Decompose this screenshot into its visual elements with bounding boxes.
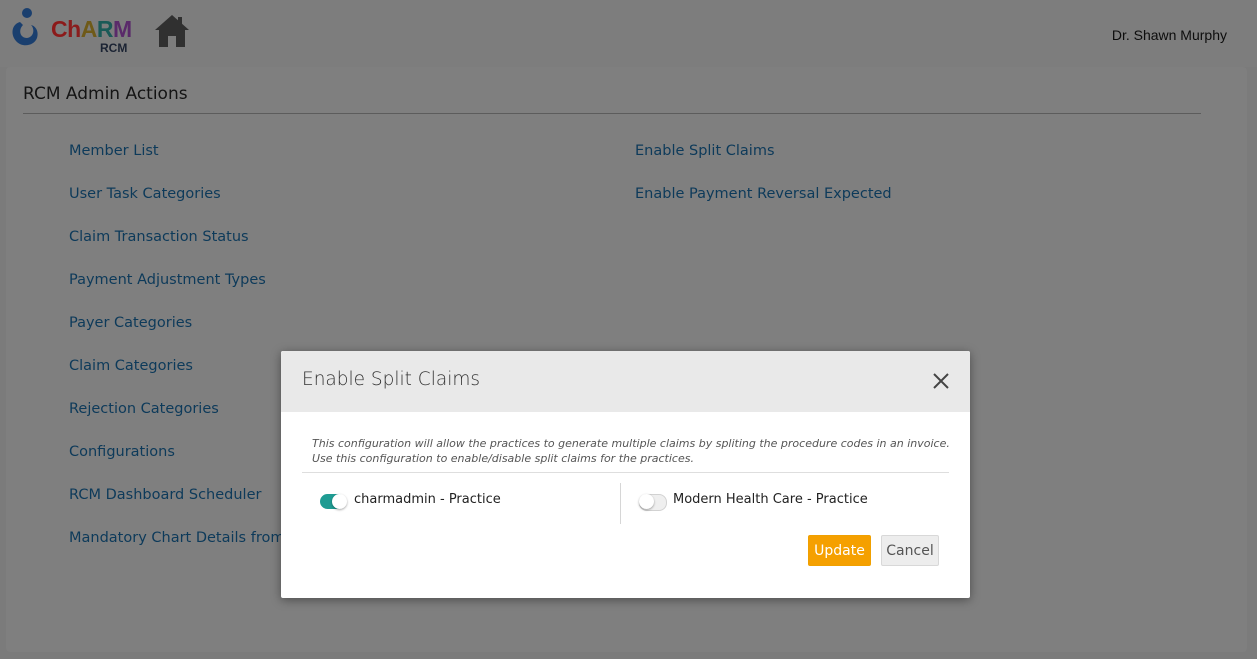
- modal-title: Enable Split Claims: [302, 369, 480, 390]
- app-header: ChARM RCM Dr. Shawn Murphy: [0, 0, 1257, 67]
- description-line-1: This configuration will allow the practi…: [312, 437, 950, 450]
- cancel-button[interactable]: Cancel: [881, 535, 939, 566]
- charm-logo[interactable]: ChARM RCM: [10, 4, 135, 56]
- user-name[interactable]: Dr. Shawn Murphy: [1112, 27, 1227, 43]
- link-mandatory-chart-details[interactable]: Mandatory Chart Details from: [69, 530, 284, 546]
- link-member-list[interactable]: Member List: [69, 143, 159, 159]
- logo-icon: [12, 8, 38, 46]
- logo-text: ChARM: [51, 16, 132, 42]
- link-rcm-dashboard-scheduler[interactable]: RCM Dashboard Scheduler: [69, 487, 261, 503]
- practice-label: Modern Health Care - Practice: [673, 492, 868, 507]
- column-divider: [620, 483, 621, 524]
- close-icon[interactable]: [930, 370, 952, 392]
- description-line-2: Use this configuration to enable/disable…: [312, 452, 694, 465]
- modal-header: Enable Split Claims: [281, 351, 970, 412]
- link-claim-categories[interactable]: Claim Categories: [69, 358, 193, 374]
- update-button[interactable]: Update: [808, 535, 871, 566]
- toggle-charmadmin-practice[interactable]: [320, 494, 347, 509]
- link-enable-split-claims[interactable]: Enable Split Claims: [635, 143, 775, 159]
- split-claims-modal: Enable Split Claims This configuration w…: [281, 351, 970, 598]
- practice-label: charmadmin - Practice: [354, 492, 501, 507]
- link-user-task-categories[interactable]: User Task Categories: [69, 186, 221, 202]
- divider: [302, 472, 949, 473]
- link-claim-transaction-status[interactable]: Claim Transaction Status: [69, 229, 249, 245]
- link-payment-adjustment-types[interactable]: Payment Adjustment Types: [69, 272, 266, 288]
- toggle-knob: [639, 494, 654, 509]
- divider: [23, 113, 1201, 114]
- page-title: RCM Admin Actions: [23, 84, 188, 104]
- link-enable-payment-reversal-expected[interactable]: Enable Payment Reversal Expected: [635, 186, 892, 202]
- link-payer-categories[interactable]: Payer Categories: [69, 315, 192, 331]
- modal-description: This configuration will allow the practi…: [312, 436, 952, 466]
- toggle-knob: [332, 494, 347, 509]
- link-configurations[interactable]: Configurations: [69, 444, 175, 460]
- logo-subtitle: RCM: [100, 41, 128, 55]
- toggle-modern-health-care-practice[interactable]: [639, 494, 667, 511]
- home-icon[interactable]: [154, 13, 190, 49]
- link-rejection-categories[interactable]: Rejection Categories: [69, 401, 219, 417]
